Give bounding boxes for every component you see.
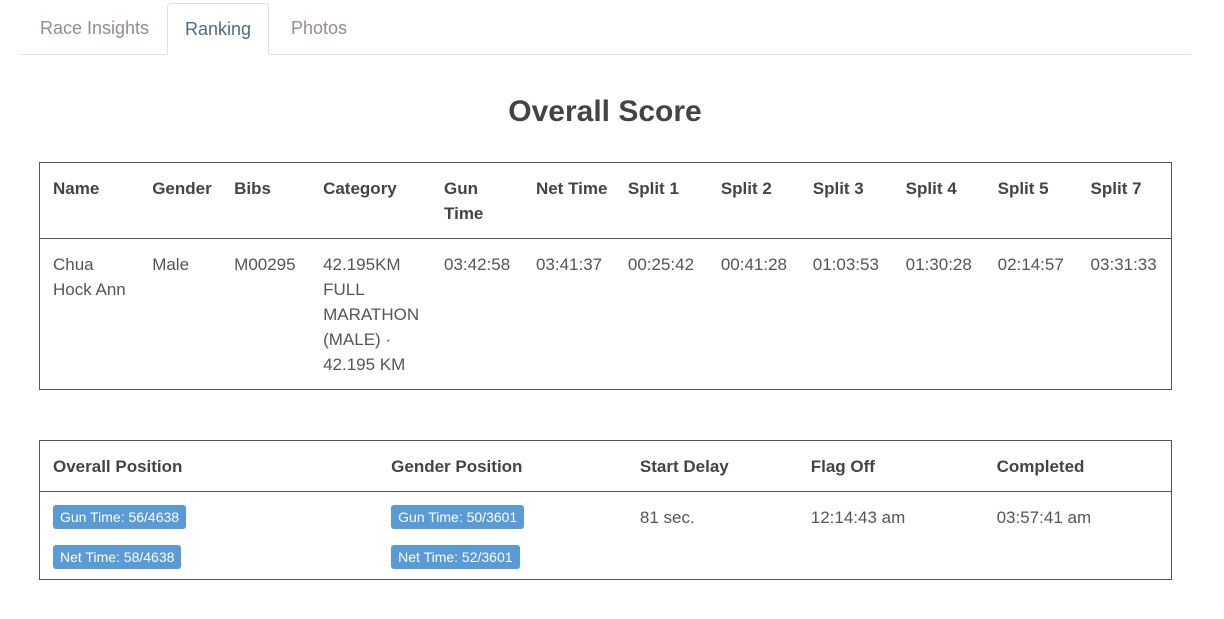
table-row: Chua Hock Ann Male M00295 42.195KM FULL … bbox=[40, 239, 1172, 390]
header-category: Category bbox=[323, 179, 397, 198]
header-name: Name bbox=[53, 179, 100, 198]
header-split-2: Split 2 bbox=[720, 179, 772, 198]
runner-name: Chua Hock Ann bbox=[53, 255, 126, 299]
split-3: 01:03:53 bbox=[812, 255, 879, 274]
flag-off: 12:14:43 am bbox=[810, 508, 906, 527]
header-gender: Gender bbox=[152, 179, 212, 198]
header-split-5: Split 5 bbox=[997, 179, 1049, 198]
header-gender-position: Gender Position bbox=[391, 457, 523, 476]
header-net-time: Net Time bbox=[535, 179, 608, 198]
tab-ranking[interactable]: Ranking bbox=[167, 3, 269, 55]
net-time: 03:41:37 bbox=[535, 255, 603, 274]
split-5: 02:14:57 bbox=[997, 255, 1064, 274]
header-split-4: Split 4 bbox=[905, 179, 957, 198]
header-bibs: Bibs bbox=[234, 179, 271, 198]
split-2: 00:41:28 bbox=[720, 255, 787, 274]
runner-category: 42.195KM FULL MARATHON (MALE) · 42.195 K… bbox=[323, 255, 420, 374]
tab-race-insights[interactable]: Race Insights bbox=[20, 3, 169, 54]
start-delay: 81 sec. bbox=[639, 508, 695, 527]
tab-bar: Race Insights Ranking Photos bbox=[20, 3, 1191, 55]
score-header-row: Name Gender Bibs Category Gun Time Net T… bbox=[39, 163, 1172, 239]
header-split-3: Split 3 bbox=[812, 179, 864, 198]
header-completed: Completed bbox=[996, 457, 1085, 476]
completed-time: 03:57:41 am bbox=[996, 508, 1092, 527]
header-gun-time: Gun Time bbox=[444, 179, 484, 223]
overall-position-cell: Gun Time: 56/4638 Net Time: 58/4638 bbox=[40, 492, 379, 580]
gender-net-time-badge[interactable]: Net Time: 52/3601 bbox=[391, 545, 520, 569]
overall-score-table: Name Gender Bibs Category Gun Time Net T… bbox=[39, 162, 1172, 390]
header-start-delay: Start Delay bbox=[639, 457, 729, 476]
overall-net-time-badge[interactable]: Net Time: 58/4638 bbox=[53, 545, 182, 569]
header-split-7: Split 7 bbox=[1090, 179, 1142, 198]
header-overall-position: Overall Position bbox=[53, 457, 183, 476]
header-split-1: Split 1 bbox=[627, 179, 679, 198]
split-7: 03:31:33 bbox=[1090, 255, 1157, 274]
overall-gun-time-badge[interactable]: Gun Time: 56/4638 bbox=[53, 505, 187, 529]
table-row: Gun Time: 56/4638 Net Time: 58/4638 Gun … bbox=[40, 492, 1172, 580]
tab-photos[interactable]: Photos bbox=[271, 3, 367, 54]
split-1: 00:25:42 bbox=[627, 255, 695, 274]
runner-gender: Male bbox=[152, 255, 190, 274]
header-flag-off: Flag Off bbox=[810, 457, 875, 476]
gender-position-cell: Gun Time: 50/3601 Net Time: 52/3601 bbox=[378, 492, 627, 580]
position-header-row: Overall Position Gender Position Start D… bbox=[39, 441, 1172, 492]
runner-bib: M00295 bbox=[234, 255, 296, 274]
gun-time: 03:42:58 bbox=[444, 255, 511, 274]
position-table: Overall Position Gender Position Start D… bbox=[39, 440, 1172, 580]
gender-gun-time-badge[interactable]: Gun Time: 50/3601 bbox=[391, 505, 525, 529]
split-4: 01:30:28 bbox=[905, 255, 972, 274]
page-title: Overall Score bbox=[508, 95, 702, 128]
